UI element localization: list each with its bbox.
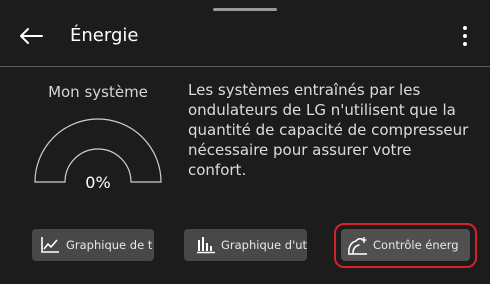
description-line: confort. [188,161,247,179]
bar-chart-icon [196,236,216,254]
arrow-left-icon[interactable] [18,26,44,46]
line-chart-icon [40,236,60,254]
page-title: Énergie [70,25,139,46]
button-label: Graphique d'ut [221,238,307,252]
energy-control-icon [347,236,367,255]
energy-control-button[interactable]: Contrôle énerg [341,229,470,261]
description-line: ondulateurs de LG n'utilisent que la [188,101,456,119]
description-text: Les systèmes entraînés par les ondulateu… [188,80,486,180]
app-header: Énergie [0,0,490,66]
button-label: Graphique de t [66,238,153,252]
button-label: Contrôle énerg [373,238,459,252]
description-line: Les systèmes entraînés par les [188,81,421,99]
header-divider [0,66,490,67]
description-line: nécessaire pour assurer votre [188,141,412,159]
description-line: quantité de capacité de compresseur [188,121,469,139]
gauge-value: 0% [85,173,111,192]
usage-graph-button[interactable]: Graphique d'ut [184,229,307,261]
system-label: Mon système [48,83,148,101]
usage-trend-graph-button[interactable]: Graphique de t [32,229,154,261]
more-vertical-icon[interactable] [458,26,472,48]
